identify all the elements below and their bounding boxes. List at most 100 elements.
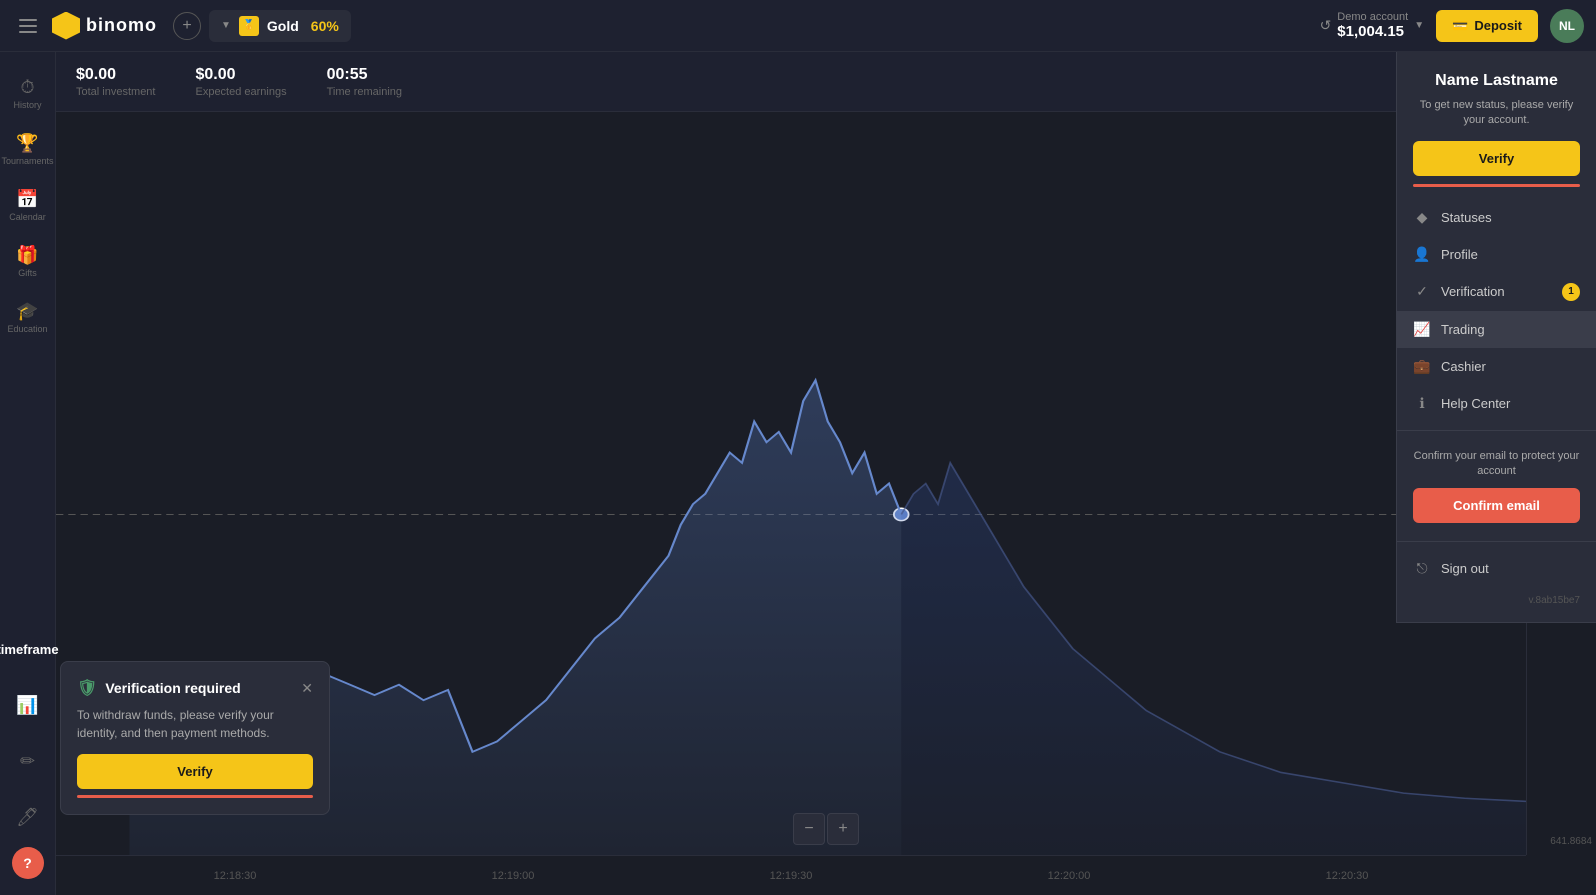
sign-out-label: Sign out bbox=[1441, 561, 1489, 576]
dropdown-item-cashier[interactable]: 💼 Cashier bbox=[1397, 348, 1596, 385]
popup-shield-icon: 🛡 bbox=[77, 678, 97, 698]
asset-icon: 🥇 bbox=[239, 16, 259, 36]
popup-verify-button[interactable]: Verify bbox=[77, 754, 313, 789]
help-center-label: Help Center bbox=[1441, 396, 1510, 411]
sidebar-item-indicators[interactable]: 📊 bbox=[4, 679, 52, 731]
stat-total-investment: $0.00 Total investment bbox=[76, 66, 155, 98]
dropdown-item-sign-out[interactable]: ⎋ Sign out bbox=[1397, 550, 1596, 587]
expected-earnings-value: $0.00 bbox=[195, 66, 286, 84]
logo-text: binomo bbox=[86, 15, 157, 36]
popup-progress-bar bbox=[77, 795, 313, 798]
zoom-controls: − + bbox=[793, 813, 859, 845]
deposit-icon: 💳 bbox=[1452, 18, 1468, 34]
time-axis-labels: 12:18:30 12:19:00 12:19:30 12:20:00 12:2… bbox=[56, 870, 1526, 882]
dropdown-divider bbox=[1397, 430, 1596, 431]
verification-popup: 🛡 Verification required ✕ To withdraw fu… bbox=[60, 661, 330, 815]
avatar-button[interactable]: NL bbox=[1550, 9, 1584, 43]
account-dropdown-arrow: ▼ bbox=[1414, 20, 1424, 31]
verify-progress-bar bbox=[1413, 184, 1580, 187]
deposit-button[interactable]: 💳 Deposit bbox=[1436, 10, 1538, 42]
sidebar-item-calendar[interactable]: 📅 Calendar bbox=[4, 180, 52, 232]
calendar-icon: 📅 bbox=[16, 189, 38, 210]
top-navbar: binomo + ▼ 🥇 Gold 60% ↺ Demo account $1,… bbox=[0, 0, 1596, 52]
hamburger-line-2 bbox=[19, 25, 37, 27]
asset-percent: 60% bbox=[311, 18, 339, 34]
gifts-icon: 🎁 bbox=[16, 245, 38, 266]
time-axis: 12:18:30 12:19:00 12:19:30 12:20:00 12:2… bbox=[56, 855, 1526, 895]
time-label-2: 12:19:30 bbox=[770, 870, 813, 882]
sidebar-item-label-gifts: Gifts bbox=[18, 269, 37, 279]
pen-icon: 🖊 bbox=[16, 807, 39, 828]
stat-time-remaining: 00:55 Time remaining bbox=[327, 66, 402, 98]
email-confirm-section: Confirm your email to protect your accou… bbox=[1397, 439, 1596, 533]
history-icon: ⏱ bbox=[20, 77, 34, 98]
navbar-right: ↺ Demo account $1,004.15 ▼ 💳 Deposit NL bbox=[1320, 9, 1584, 43]
dropdown-item-profile[interactable]: 👤 Profile bbox=[1397, 236, 1596, 273]
hamburger-line-1 bbox=[19, 19, 37, 21]
trading-icon: 📈 bbox=[1413, 321, 1431, 338]
profile-icon: 👤 bbox=[1413, 246, 1431, 263]
total-investment-label: Total investment bbox=[76, 86, 155, 98]
dropdown-item-statuses[interactable]: ◆ Statuses bbox=[1397, 199, 1596, 236]
sign-out-icon: ⎋ bbox=[1413, 560, 1431, 577]
email-confirm-text: Confirm your email to protect your accou… bbox=[1413, 449, 1580, 480]
account-info[interactable]: ↺ Demo account $1,004.15 ▼ bbox=[1320, 11, 1425, 40]
help-button[interactable]: ? bbox=[12, 847, 44, 879]
draw-icon: ✏ bbox=[20, 751, 35, 772]
sidebar-item-education[interactable]: 🎓 Education bbox=[4, 292, 52, 344]
timeframe-icon: timeframe bbox=[0, 642, 59, 657]
help-center-icon: ℹ bbox=[1413, 395, 1431, 412]
popup-close-button[interactable]: ✕ bbox=[301, 680, 313, 697]
popup-body: To withdraw funds, please verify your id… bbox=[77, 706, 313, 742]
add-tab-button[interactable]: + bbox=[173, 12, 201, 40]
account-label: Demo account bbox=[1337, 11, 1408, 23]
time-label-0: 12:18:30 bbox=[214, 870, 257, 882]
account-text: Demo account $1,004.15 bbox=[1337, 11, 1408, 40]
trading-label: Trading bbox=[1441, 322, 1485, 337]
cashier-icon: 💼 bbox=[1413, 358, 1431, 375]
user-dropdown: Name Lastname To get new status, please … bbox=[1396, 52, 1596, 623]
hamburger-line-3 bbox=[19, 31, 37, 33]
popup-title: 🛡 Verification required bbox=[77, 678, 241, 698]
zoom-out-button[interactable]: − bbox=[793, 813, 825, 845]
dropdown-item-trading[interactable]: 📈 Trading bbox=[1397, 311, 1596, 348]
asset-selector-arrow-left: ▼ bbox=[221, 20, 231, 31]
stats-bar: $0.00 Total investment $0.00 Expected ea… bbox=[56, 52, 1596, 112]
sidebar-item-tournaments[interactable]: 🏆 Tournaments bbox=[4, 124, 52, 176]
sidebar-item-label-calendar: Calendar bbox=[9, 213, 46, 223]
hamburger-button[interactable] bbox=[12, 10, 44, 42]
sidebar-item-label-history: History bbox=[13, 101, 41, 111]
total-investment-value: $0.00 bbox=[76, 66, 155, 84]
statuses-icon: ◆ bbox=[1413, 209, 1431, 226]
indicators-icon: 📊 bbox=[16, 695, 38, 716]
asset-selector[interactable]: ▼ 🥇 Gold 60% bbox=[209, 10, 351, 42]
sidebar-item-gifts[interactable]: 🎁 Gifts bbox=[4, 236, 52, 288]
sidebar-item-pen[interactable]: 🖊 bbox=[4, 791, 52, 843]
asset-name: Gold bbox=[267, 18, 299, 34]
statuses-label: Statuses bbox=[1441, 210, 1492, 225]
dropdown-item-verification[interactable]: ✓ Verification 1 bbox=[1397, 273, 1596, 311]
time-label-4: 12:20:30 bbox=[1326, 870, 1369, 882]
popup-header: 🛡 Verification required ✕ bbox=[77, 678, 313, 698]
sidebar-item-history[interactable]: ⏱ History bbox=[4, 68, 52, 120]
sidebar-bottom: timeframe 📊 ✏ 🖊 ? bbox=[4, 623, 52, 879]
user-dropdown-name: Name Lastname bbox=[1397, 72, 1596, 98]
dropdown-item-help-center[interactable]: ℹ Help Center bbox=[1397, 385, 1596, 422]
expected-earnings-label: Expected earnings bbox=[195, 86, 286, 98]
sidebar-item-draw[interactable]: ✏ bbox=[4, 735, 52, 787]
time-label-1: 12:19:00 bbox=[492, 870, 535, 882]
sidebar-item-label-tournaments: Tournaments bbox=[1, 157, 53, 167]
sidebar-item-timeframe[interactable]: timeframe bbox=[4, 623, 52, 675]
zoom-in-button[interactable]: + bbox=[827, 813, 859, 845]
time-remaining-value: 00:55 bbox=[327, 66, 402, 84]
verification-label: Verification bbox=[1441, 284, 1505, 299]
education-icon: 🎓 bbox=[16, 301, 38, 322]
verification-badge: 1 bbox=[1562, 283, 1580, 301]
sidebar-item-label-education: Education bbox=[7, 325, 47, 335]
confirm-email-button[interactable]: Confirm email bbox=[1413, 488, 1580, 523]
tournaments-icon: 🏆 bbox=[16, 133, 38, 154]
stat-expected-earnings: $0.00 Expected earnings bbox=[195, 66, 286, 98]
popup-title-text: Verification required bbox=[105, 680, 240, 696]
logo: binomo bbox=[52, 12, 157, 40]
dropdown-verify-button[interactable]: Verify bbox=[1413, 141, 1580, 176]
